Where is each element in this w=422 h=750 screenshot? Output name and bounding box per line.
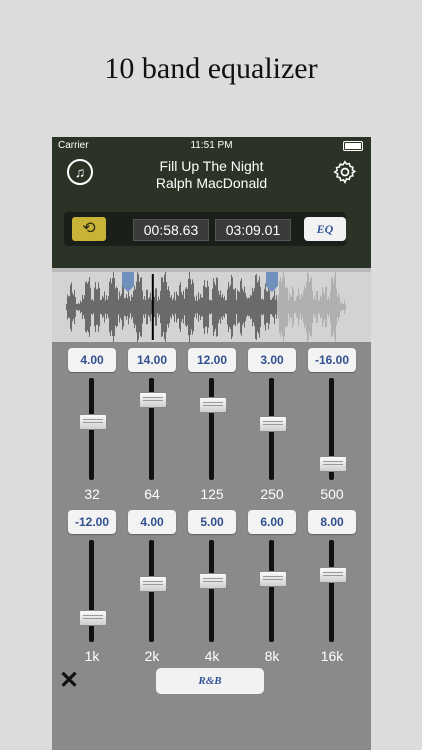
frequency-label: 32 bbox=[84, 486, 100, 502]
slider-track[interactable] bbox=[209, 540, 214, 642]
frequency-label: 4k bbox=[204, 648, 220, 664]
battery-icon bbox=[343, 141, 363, 151]
gain-value-button[interactable]: 12.00 bbox=[188, 348, 236, 372]
frequency-label: 125 bbox=[200, 486, 224, 502]
gain-value-button[interactable]: 3.00 bbox=[248, 348, 296, 372]
slider-track[interactable] bbox=[209, 378, 214, 480]
slider-track[interactable] bbox=[89, 540, 94, 642]
frequency-label: 1k bbox=[84, 648, 100, 664]
frequency-label: 2k bbox=[144, 648, 160, 664]
slider-thumb[interactable] bbox=[319, 567, 347, 583]
frequency-label: 64 bbox=[144, 486, 160, 502]
track-artist: Ralph MacDonald bbox=[155, 175, 268, 191]
current-time: 00:58.63 bbox=[133, 219, 209, 241]
gain-value-button[interactable]: -12.00 bbox=[68, 510, 116, 534]
loop-end-marker[interactable] bbox=[266, 272, 278, 292]
slider-thumb[interactable] bbox=[139, 392, 167, 409]
slider-thumb[interactable] bbox=[199, 396, 227, 413]
headline: 10 band equalizer bbox=[104, 52, 318, 85]
frequency-label: 250 bbox=[260, 486, 284, 502]
music-note-icon[interactable]: ♫ bbox=[67, 159, 93, 185]
slider-thumb[interactable] bbox=[139, 575, 167, 592]
slider-track[interactable] bbox=[329, 540, 334, 642]
slider-thumb[interactable] bbox=[259, 571, 287, 588]
frequency-label: 16k bbox=[320, 648, 344, 664]
slider-thumb[interactable] bbox=[79, 413, 107, 430]
gain-value-button[interactable]: 5.00 bbox=[188, 510, 236, 534]
track-title: Fill Up The Night bbox=[159, 158, 264, 174]
slider-track[interactable] bbox=[269, 540, 274, 642]
gain-value-button[interactable]: 4.00 bbox=[128, 510, 176, 534]
gain-value-button[interactable]: 14.00 bbox=[128, 348, 176, 372]
slider-thumb[interactable] bbox=[199, 573, 227, 590]
clock: 11:51 PM bbox=[190, 140, 233, 151]
slider-thumb[interactable] bbox=[259, 415, 287, 432]
loop-icon[interactable]: ⟲ bbox=[72, 217, 106, 241]
total-time: 03:09.01 bbox=[215, 219, 291, 241]
waveform[interactable] bbox=[52, 272, 371, 342]
slider-thumb[interactable] bbox=[319, 456, 347, 472]
playback-controls: ⟲ 00:58.63 03:09.01 EQ bbox=[64, 212, 346, 246]
gain-value-button[interactable]: -16.00 bbox=[308, 348, 356, 372]
header: Carrier 11:51 PM ♫ Fill Up The Night Ral… bbox=[52, 137, 371, 268]
close-icon[interactable]: ✕ bbox=[56, 668, 82, 694]
status-bar: Carrier 11:51 PM bbox=[52, 137, 371, 153]
preset-button[interactable]: R&B bbox=[156, 668, 264, 694]
phone-screen: Carrier 11:51 PM ♫ Fill Up The Night Ral… bbox=[52, 137, 371, 750]
gain-value-button[interactable]: 6.00 bbox=[248, 510, 296, 534]
gain-value-button[interactable]: 4.00 bbox=[68, 348, 116, 372]
frequency-label: 8k bbox=[264, 648, 280, 664]
eq-button[interactable]: EQ bbox=[304, 217, 346, 241]
gear-icon[interactable] bbox=[332, 159, 358, 185]
gain-value-button[interactable]: 8.00 bbox=[308, 510, 356, 534]
slider-thumb[interactable] bbox=[79, 609, 107, 626]
equalizer-panel: 4.00 32 14.00 64 12.00 125 3.00 250 -16.00 500 -1… bbox=[52, 342, 371, 750]
frequency-label: 500 bbox=[320, 486, 344, 502]
